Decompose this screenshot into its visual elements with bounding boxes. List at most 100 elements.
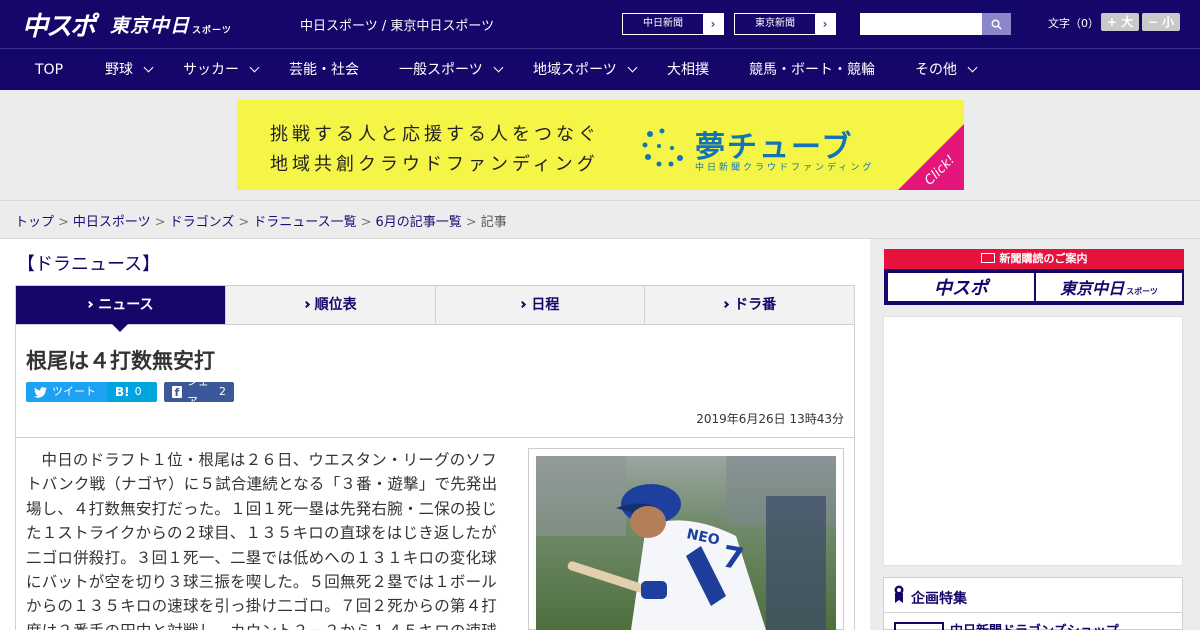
tokyo-logo-small: スポーツ [192,25,232,36]
section-title: 【ドラニュース】 [17,254,161,275]
tab-label: 順位表 [314,297,357,313]
nav-label: 地域スポーツ [533,62,617,78]
site-title: 中日スポーツ / 東京中日スポーツ [300,19,495,34]
facebook-icon: f [172,386,182,399]
breadcrumb-dora-news-list[interactable]: ドラニュース一覧 [253,215,356,230]
chevron-right-icon [519,300,527,309]
breadcrumb-dragons[interactable]: ドラゴンズ [170,215,235,230]
ribbon-icon [894,585,904,603]
crowdfunding-banner[interactable]: 挑戦する人と応援する人をつなぐ 地域共創クラウドファンディング 夢チューブ 中日… [237,100,964,190]
top-header: 中スポ 東京中日 スポーツ 中日スポーツ / 東京中日スポーツ 中日新聞 › 東京… [0,0,1200,48]
feature-title: 企画特集 [911,591,967,607]
subscribe-tokyo-chunichi-button[interactable]: 東京中日 スポーツ [1036,273,1182,301]
dots-logo-icon [642,128,683,167]
chevron-right-icon: › [703,14,723,34]
feature-divider [884,612,1182,613]
chevron-right-icon [722,300,730,309]
breadcrumb-june-list[interactable]: 6月の記事一覧 [376,215,462,230]
font-size-label: 文字（0） [1048,17,1099,30]
article-divider [15,437,855,438]
subscribe-title: 新聞購読のご案内 [999,252,1088,265]
chevron-down-icon [627,62,638,73]
tab-standings[interactable]: 順位表 [226,286,436,324]
article-headline: 根尾は４打数無安打 [26,349,215,373]
breadcrumb-sep: > [465,215,477,230]
feature-item-dragons-shop[interactable]: 中日新聞ドラゴンズショップ [950,620,1119,630]
article-photo[interactable]: NEO 7 [536,456,836,630]
nav-label: その他 [915,62,957,78]
banner-brand-sub: 中日新聞クラウドファンディング [695,163,875,173]
banner-line-1: 挑戦する人と応援する人をつなぐ [270,124,600,145]
hatena-b-icon: B! [115,385,130,399]
hatena-count: 0 [134,385,142,398]
nav-entertainment[interactable]: 芸能・社会 [289,49,359,91]
tab-schedule[interactable]: 日程 [436,286,646,324]
chevron-down-icon [143,62,154,73]
breadcrumb-sep: > [360,215,372,230]
article-tabs: ニュース 順位表 日程 ドラ番 [15,285,855,332]
twitter-bird-icon [34,386,47,398]
nav-label: 大相撲 [667,62,709,78]
subscribe-tokyo-small: スポーツ [1126,286,1158,296]
facebook-share-button[interactable]: f シェア 2 [164,375,234,408]
nav-label: 野球 [105,62,133,78]
chevron-right-icon: › [815,14,835,34]
breadcrumb-sep: > [154,215,166,230]
font-larger-button[interactable]: + 大 [1101,13,1139,31]
subscribe-tokyo-label: 東京中日 [1060,279,1125,298]
tokyo-shimbun-link[interactable]: 東京新聞 › [734,13,836,35]
ext-link-label: 東京新聞 [755,18,795,29]
chunichi-shimbun-link[interactable]: 中日新聞 › [622,13,724,35]
tokyo-chunichi-logo[interactable]: 東京中日 スポーツ [110,8,232,40]
nav-label: 一般スポーツ [399,62,483,78]
share-label: シェア [186,375,209,408]
chuspo-logo[interactable]: 中スポ [22,8,96,42]
chevron-right-icon [302,300,310,309]
breadcrumb-chunichi-sports[interactable]: 中日スポーツ [73,215,151,230]
search-input[interactable] [860,13,982,35]
nav-sumo[interactable]: 大相撲 [667,49,709,91]
tokyo-logo-text: 東京中日 [110,14,191,37]
nav-baseball[interactable]: 野球 [105,49,154,91]
feature-thumbnail[interactable] [894,622,944,630]
tab-news[interactable]: ニュース [16,286,226,332]
article-date: 2019年6月26日 13時43分 [696,412,844,426]
nav-other[interactable]: その他 [915,49,978,91]
tab-label: ニュース [98,297,154,313]
nav-label: 競馬・ボート・競輪 [749,62,875,78]
nav-soccer[interactable]: サッカー [183,49,260,91]
search-icon [991,19,1002,30]
chevron-down-icon [493,62,504,73]
banner-line-2: 地域共創クラウドファンディング [270,154,599,175]
tab-dora-ban[interactable]: ドラ番 [645,286,854,324]
breadcrumb-sep: > [58,215,69,230]
nav-label: TOP [35,62,64,78]
search-button[interactable] [982,13,1011,35]
tab-label: 日程 [531,297,560,313]
nav-label: サッカー [183,62,239,78]
share-count: 2 [219,385,226,398]
tweet-label: ツイート [52,385,96,398]
newspaper-icon [980,253,995,263]
nav-general-sports[interactable]: 一般スポーツ [399,49,504,91]
breadcrumb: トップ > 中日スポーツ > ドラゴンズ > ドラニュース一覧 >6月の記事一覧 > 記事 [15,211,507,230]
tab-label: ドラ番 [734,297,777,313]
nav-local-sports[interactable]: 地域スポーツ [533,49,638,91]
chevron-down-icon [249,62,260,73]
baseball-player-image: NEO 7 [536,456,836,630]
subscribe-chuspo-button[interactable]: 中スポ [888,273,1034,301]
nav-racing[interactable]: 競馬・ボート・競輪 [749,49,875,91]
hatena-bookmark-button[interactable]: B! 0 [107,382,157,402]
breadcrumb-sep: > [238,215,250,230]
chevron-down-icon [967,62,978,73]
nav-label: 芸能・社会 [289,62,359,78]
nav-top[interactable]: TOP [35,49,63,91]
font-smaller-button[interactable]: − 小 [1142,13,1180,31]
chevron-right-icon [86,300,94,309]
breadcrumb-current: 記事 [480,215,507,230]
ext-link-label: 中日新聞 [643,18,683,29]
breadcrumb-top[interactable]: トップ [15,215,54,230]
main-nav: TOP 野球 サッカー 芸能・社会 一般スポーツ 地域スポーツ 大相撲 競馬・ボ… [0,48,1200,90]
sidebar-ad-slot [883,316,1183,566]
subscribe-header: 新聞購読のご案内 [884,249,1184,269]
